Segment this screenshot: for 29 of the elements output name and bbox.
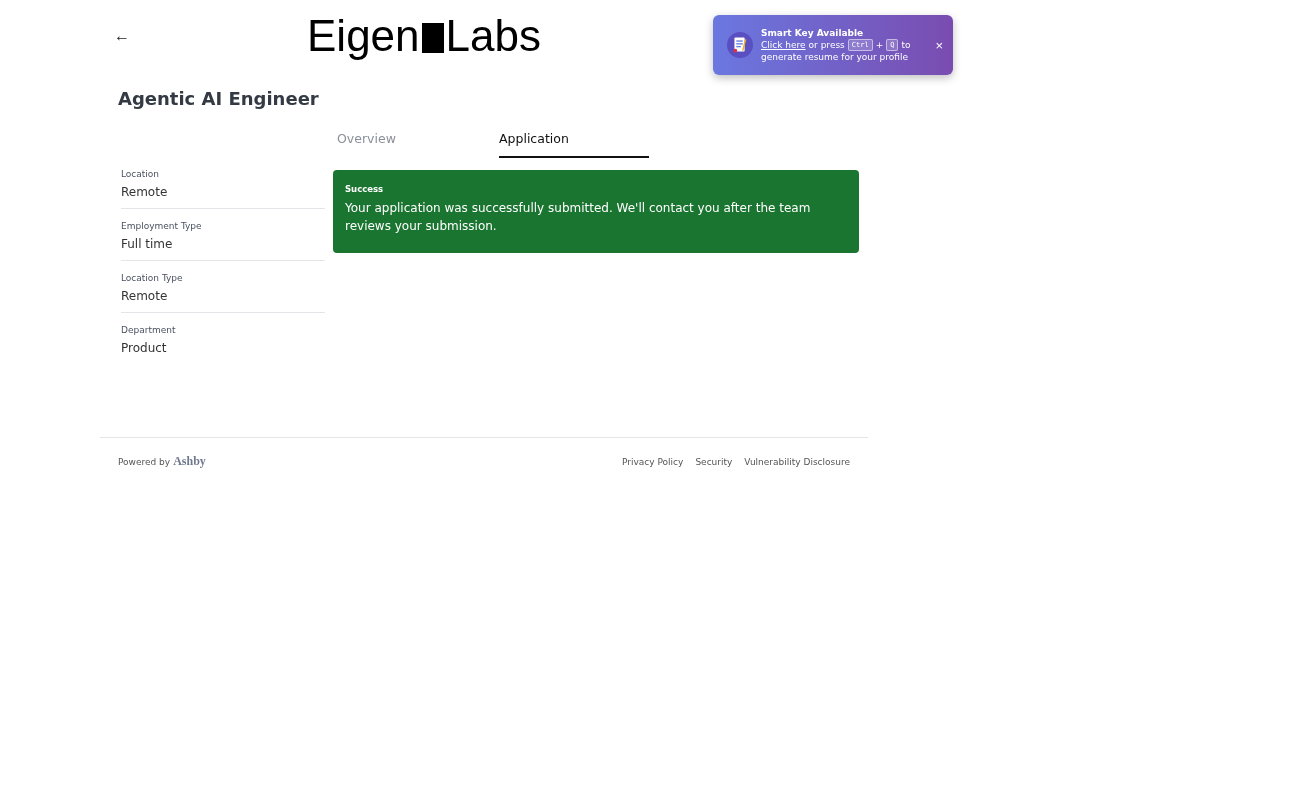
back-button[interactable]: ← xyxy=(114,27,130,45)
job-title: Agentic AI Engineer xyxy=(118,88,320,109)
toast-text: + xyxy=(875,40,884,50)
close-button[interactable]: × xyxy=(935,37,943,53)
footer-link[interactable]: Privacy Policy xyxy=(622,456,684,467)
powered-by-text: Powered by xyxy=(118,457,171,467)
document-icon xyxy=(727,32,753,58)
toast-text: or press xyxy=(808,40,845,50)
tab[interactable]: Application xyxy=(499,121,649,158)
alert-title: Success xyxy=(345,184,385,194)
toast-text: to xyxy=(901,40,911,50)
detail-value: Remote xyxy=(121,289,169,303)
logo-text: Labs xyxy=(445,14,541,58)
detail-label: Location xyxy=(121,169,161,179)
logo-block-icon xyxy=(421,23,444,53)
detail-label: Employment Type xyxy=(121,221,203,231)
toast-title: Smart Key Available xyxy=(761,28,865,38)
brand-link[interactable]: Ashby xyxy=(173,454,206,469)
detail-label: Department xyxy=(121,325,177,335)
footer-link[interactable]: Security xyxy=(695,456,733,467)
toast-text: generate resume for your profile xyxy=(761,52,909,62)
logo-text: Eigen xyxy=(307,14,420,58)
detail-value: Product xyxy=(121,341,168,355)
alert-message: Your application was successfully submitted. We'll contact you after the team reviews your submission. xyxy=(345,200,812,235)
footer-link[interactable]: Vulnerability Disclosure xyxy=(744,456,850,467)
click-here-link[interactable]: Click here xyxy=(761,40,806,50)
detail-value: Remote xyxy=(121,185,169,199)
detail-label: Location Type xyxy=(121,273,184,283)
detail-value: Full time xyxy=(121,237,174,251)
